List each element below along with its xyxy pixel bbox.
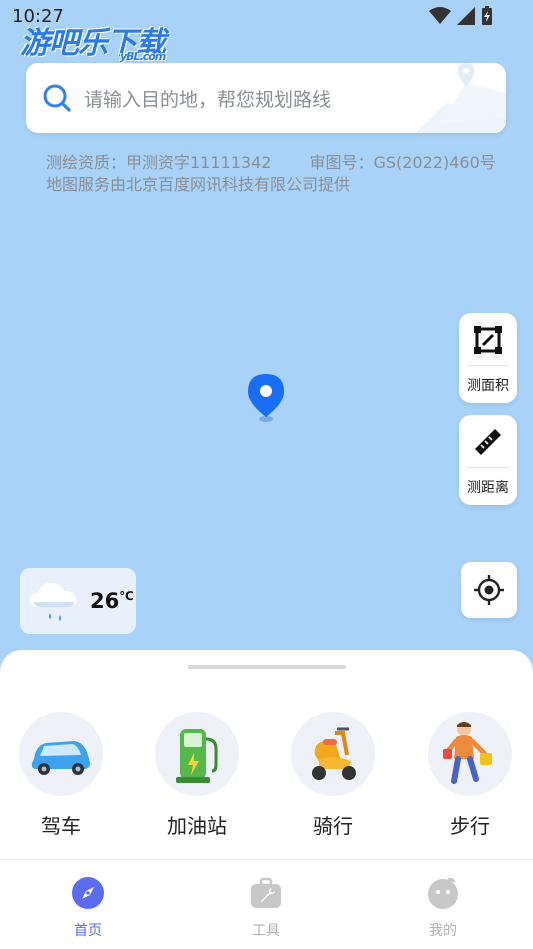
divider bbox=[468, 467, 508, 468]
weather-card[interactable]: 26℃ bbox=[20, 568, 136, 634]
measure-distance-label: 测距离 bbox=[467, 480, 509, 496]
measure-area-button[interactable]: 测面积 bbox=[459, 313, 517, 403]
watermark-sub: yBL.com bbox=[120, 50, 166, 63]
wifi-icon bbox=[429, 7, 451, 24]
mode-drive-label: 驾车 bbox=[41, 814, 81, 838]
tab-profile[interactable]: 我的 bbox=[403, 876, 483, 940]
mode-gas-station-label: 加油站 bbox=[167, 814, 227, 838]
profile-icon bbox=[428, 877, 458, 909]
walker-icon bbox=[443, 722, 492, 784]
signal-icon bbox=[457, 7, 475, 25]
rain-cloud-icon bbox=[30, 583, 76, 621]
temperature-unit: ℃ bbox=[119, 589, 134, 603]
mode-icon-bg bbox=[19, 712, 103, 796]
divider bbox=[468, 365, 508, 366]
search-icon bbox=[43, 84, 71, 112]
crosshair-icon bbox=[474, 575, 504, 605]
location-pin-icon bbox=[248, 374, 284, 422]
area-measure-icon bbox=[474, 326, 502, 354]
mode-walking-label: 步行 bbox=[450, 814, 490, 838]
sheet-handle[interactable] bbox=[188, 665, 346, 669]
bottom-tab-bar: 首页 工具 我的 bbox=[0, 859, 533, 949]
mode-icon-bg bbox=[155, 712, 239, 796]
tab-tools-label: 工具 bbox=[252, 923, 280, 939]
weather-temperature: 26℃ bbox=[90, 589, 134, 613]
mode-walking[interactable]: 步行 bbox=[415, 712, 525, 839]
mode-icon-bg bbox=[428, 712, 512, 796]
survey-license: 测绘资质：甲测资字11111342 bbox=[46, 153, 272, 172]
search-bar[interactable]: 请输入目的地，帮您规划路线 bbox=[26, 63, 506, 133]
ruler-icon bbox=[475, 429, 501, 455]
temperature-value: 26 bbox=[90, 589, 120, 613]
locate-button[interactable] bbox=[461, 562, 517, 618]
measure-distance-button[interactable]: 测距离 bbox=[459, 415, 517, 505]
mode-cycling-label: 骑行 bbox=[313, 814, 353, 838]
map-provider: 地图服务由北京百度网讯科技有限公司提供 bbox=[46, 175, 351, 194]
mode-gas-station[interactable]: 加油站 bbox=[142, 712, 252, 839]
search-input[interactable]: 请输入目的地，帮您规划路线 bbox=[84, 85, 331, 112]
tab-tools[interactable]: 工具 bbox=[226, 876, 306, 940]
tab-home[interactable]: 首页 bbox=[48, 876, 128, 940]
gas-pump-icon bbox=[176, 729, 218, 783]
mode-cycling[interactable]: 骑行 bbox=[278, 712, 388, 839]
car-icon bbox=[31, 741, 90, 775]
approval-number: 审图号：GS(2022)460号 bbox=[309, 153, 496, 172]
battery-icon bbox=[482, 6, 492, 25]
compass-icon bbox=[72, 877, 104, 909]
mode-icon-bg bbox=[291, 712, 375, 796]
map-license: 测绘资质：甲测资字11111342 审图号：GS(2022)460号 地图服务由北… bbox=[46, 152, 496, 196]
status-icons bbox=[429, 6, 493, 26]
map-decoration-icon bbox=[416, 63, 506, 133]
mode-drive[interactable]: 驾车 bbox=[6, 712, 116, 839]
tab-home-label: 首页 bbox=[74, 923, 102, 939]
toolbox-icon bbox=[251, 877, 281, 908]
measure-area-label: 测面积 bbox=[467, 378, 509, 394]
scooter-icon bbox=[312, 727, 356, 780]
tab-profile-label: 我的 bbox=[429, 923, 457, 939]
watermark-logo: 游吧乐下载 yBL.com bbox=[20, 18, 166, 63]
